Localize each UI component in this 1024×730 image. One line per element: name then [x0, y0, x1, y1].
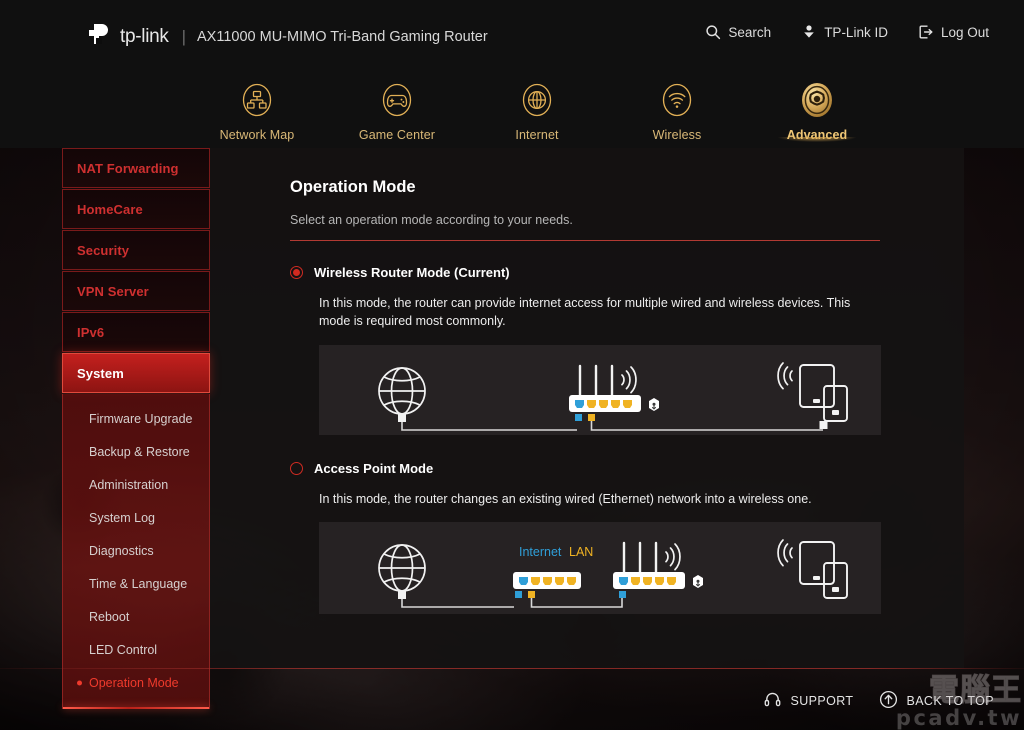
sidebar-subitem-diagnostics[interactable]: Diagnostics	[63, 534, 209, 567]
diagram-access-point-mode: Internet LAN	[319, 522, 881, 615]
brand-divider: |	[181, 26, 187, 46]
sidebar-item-vpn-server[interactable]: VPN Server	[62, 271, 210, 311]
log-out-button[interactable]: Log Out	[918, 24, 989, 40]
globe-graphic	[378, 544, 426, 593]
sidebar-item-label: HomeCare	[77, 201, 143, 217]
mode-header[interactable]: Wireless Router Mode (Current)	[290, 265, 929, 280]
support-button[interactable]: SUPPORT	[763, 690, 853, 712]
usb-badge	[649, 397, 659, 411]
sidebar-item-label: Security	[77, 242, 130, 258]
search-button[interactable]: Search	[705, 24, 771, 40]
nav-tab-network-map[interactable]: Network Map	[187, 70, 327, 142]
sidebar-item-security[interactable]: Security	[62, 230, 210, 270]
mode-option-wireless-router: Wireless Router Mode (Current) In this m…	[290, 265, 929, 435]
mode-title: Wireless Router Mode (Current)	[314, 265, 510, 280]
page-subtitle: Select an operation mode according to yo…	[290, 213, 573, 227]
sidebar-subitem-firmware-upgrade[interactable]: Firmware Upgrade	[63, 402, 209, 435]
sidebar-item-label: System	[77, 365, 124, 381]
header-actions: Search TP-Link ID Log Out	[705, 24, 989, 40]
sidebar-subitem-label: LED Control	[89, 642, 158, 657]
content-panel: Operation Mode Select an operation mode …	[210, 148, 964, 668]
diagram-wireless-router-mode	[319, 344, 881, 435]
usb-badge	[693, 575, 703, 589]
diagram-label-internet: Internet	[519, 545, 562, 559]
back-to-top-label: BACK TO TOP	[906, 694, 994, 708]
title-divider	[290, 240, 880, 241]
sidebar-subitem-label: Diagnostics	[89, 543, 154, 558]
globe-graphic	[378, 366, 426, 415]
active-subitem-dot	[77, 680, 82, 685]
sidebar-subitem-label: Administration	[89, 477, 169, 492]
main-navigation: Network Map Game Center Internet Wireles…	[0, 70, 1024, 151]
wifi-icon	[607, 78, 747, 122]
sidebar-item-label: VPN Server	[77, 283, 149, 299]
sidebar-subitem-administration[interactable]: Administration	[63, 468, 209, 501]
tplink-id-icon	[801, 24, 817, 40]
sidebar-subitem-label: Operation Mode	[89, 675, 179, 690]
nav-tab-wireless[interactable]: Wireless	[607, 70, 747, 142]
tplink-id-button[interactable]: TP-Link ID	[801, 24, 888, 40]
sidebar-submenu-system: Firmware Upgrade Backup & Restore Admini…	[62, 394, 210, 709]
sidebar-subitem-system-log[interactable]: System Log	[63, 501, 209, 534]
logout-icon	[918, 24, 934, 40]
log-out-label: Log Out	[940, 24, 989, 40]
router-admin-page: tp-link | AX11000 MU-MIMO Tri-Band Gamin…	[0, 0, 1024, 730]
sidebar-item-nat-forwarding[interactable]: NAT Forwarding	[62, 148, 210, 188]
diagram-label-lan: LAN	[569, 545, 593, 559]
nav-tab-wireless-label: Wireless	[652, 128, 702, 142]
sidebar-subitem-backup-restore[interactable]: Backup & Restore	[63, 435, 209, 468]
nav-tab-advanced[interactable]: Advanced	[747, 70, 887, 151]
tp-link-logo-icon	[85, 18, 117, 55]
sidebar-subitem-label: Firmware Upgrade	[89, 411, 193, 426]
gear-icon	[747, 78, 887, 122]
page-header: tp-link | AX11000 MU-MIMO Tri-Band Gamin…	[0, 0, 1024, 70]
sidebar-item-label: IPv6	[77, 324, 105, 340]
arrow-up-circle-icon	[879, 690, 898, 712]
sidebar-menu: NAT Forwarding HomeCare Security VPN Ser…	[62, 148, 210, 709]
radio-wireless-router-mode[interactable]	[290, 266, 303, 279]
globe-icon	[467, 78, 607, 122]
page-title: Operation Mode	[290, 178, 416, 196]
mode-header[interactable]: Access Point Mode	[290, 461, 929, 476]
mode-description: In this mode, the router changes an exis…	[319, 491, 812, 506]
support-label: SUPPORT	[790, 694, 854, 708]
page-footer: SUPPORT BACK TO TOP	[763, 690, 994, 712]
brand-wordmark: tp-link	[120, 25, 169, 47]
sidebar-subitem-label: Reboot	[89, 609, 130, 624]
sidebar-subitem-label: System Log	[89, 510, 156, 525]
gamepad-icon	[327, 78, 467, 122]
headset-icon	[763, 690, 782, 712]
sidebar-item-ipv6[interactable]: IPv6	[62, 312, 210, 352]
sidebar-item-label: NAT Forwarding	[77, 160, 179, 176]
search-label: Search	[728, 24, 772, 40]
sidebar-subitem-label: Time & Language	[89, 576, 188, 591]
nav-tab-advanced-label: Advanced	[786, 128, 848, 142]
nav-tab-network-map-label: Network Map	[219, 128, 295, 142]
nav-tab-game-center-label: Game Center	[358, 128, 436, 142]
nav-tab-internet[interactable]: Internet	[467, 70, 607, 142]
mode-option-access-point: Access Point Mode In this mode, the rout…	[290, 461, 929, 615]
sidebar-subitem-label: Backup & Restore	[89, 444, 190, 459]
sidebar-subitem-led-control[interactable]: LED Control	[63, 633, 209, 666]
sidebar-subitem-time-language[interactable]: Time & Language	[63, 567, 209, 600]
nav-tab-internet-label: Internet	[515, 128, 559, 142]
radio-access-point-mode[interactable]	[290, 461, 303, 475]
sidebar-item-homecare[interactable]: HomeCare	[62, 189, 210, 229]
sidebar-item-system[interactable]: System	[62, 353, 210, 393]
brand-logo-group: tp-link | AX11000 MU-MIMO Tri-Band Gamin…	[85, 18, 488, 55]
nav-tab-game-center[interactable]: Game Center	[327, 70, 467, 142]
network-map-icon	[187, 78, 327, 122]
tplink-id-label: TP-Link ID	[824, 24, 888, 40]
footer-divider	[0, 668, 1024, 669]
router-model-name: AX11000 MU-MIMO Tri-Band Gaming Router	[197, 28, 488, 45]
mode-description: In this mode, the router can provide int…	[319, 296, 851, 328]
back-to-top-button[interactable]: BACK TO TOP	[879, 690, 994, 712]
sidebar-subitem-operation-mode[interactable]: Operation Mode	[63, 666, 209, 699]
search-icon	[705, 24, 721, 40]
sidebar-subitem-reboot[interactable]: Reboot	[63, 600, 209, 633]
mode-title: Access Point Mode	[314, 460, 434, 476]
